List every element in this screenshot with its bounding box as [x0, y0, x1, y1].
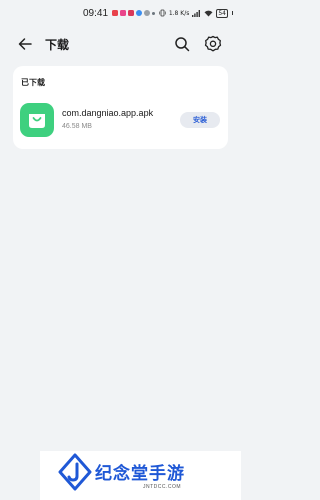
app-dot-icon: [152, 11, 156, 15]
watermark: 纪念堂手游 JNTDCC.COM: [40, 451, 241, 500]
downloads-card: 已下载 com.dangniao.app.apk 46.58 MB 安装: [13, 66, 228, 149]
status-indicators: 1.8 K/s 54: [159, 8, 233, 18]
watermark-logo-icon: [58, 453, 92, 491]
battery-level: 54: [218, 9, 226, 17]
status-bar: 09:41 1.8 K/s 54: [0, 0, 241, 26]
battery-tip: [232, 11, 233, 15]
install-button[interactable]: 安装: [180, 112, 220, 128]
app-blue-icon: [136, 10, 143, 16]
bag-glyph-icon: [29, 114, 45, 128]
watermark-text: 纪念堂手游: [95, 464, 185, 484]
shopping-bag-icon: [20, 103, 54, 137]
app-gray-icon: [144, 10, 151, 16]
app-pink-icon: [120, 10, 127, 16]
battery-indicator: 54: [216, 8, 228, 18]
signal-icon: [192, 9, 201, 17]
back-arrow-icon[interactable]: [17, 36, 33, 52]
gear-icon[interactable]: [204, 35, 222, 53]
section-title: 已下载: [21, 78, 45, 87]
download-file-name[interactable]: com.dangniao.app.apk: [62, 108, 153, 118]
app-red-icon: [112, 10, 119, 16]
app-header: 下载: [0, 30, 241, 58]
app-rose-icon: [128, 10, 135, 16]
vibrate-icon: [159, 9, 166, 17]
download-file-size: 46.58 MB: [62, 123, 92, 130]
network-speed: 1.8 K/s: [168, 9, 190, 17]
status-time: 09:41: [83, 7, 109, 19]
watermark-subtext: JNTDCC.COM: [143, 484, 182, 490]
page-title: 下载: [45, 38, 70, 52]
wifi-icon: [204, 10, 213, 16]
search-icon[interactable]: [174, 36, 190, 52]
status-app-icons: [112, 10, 156, 16]
